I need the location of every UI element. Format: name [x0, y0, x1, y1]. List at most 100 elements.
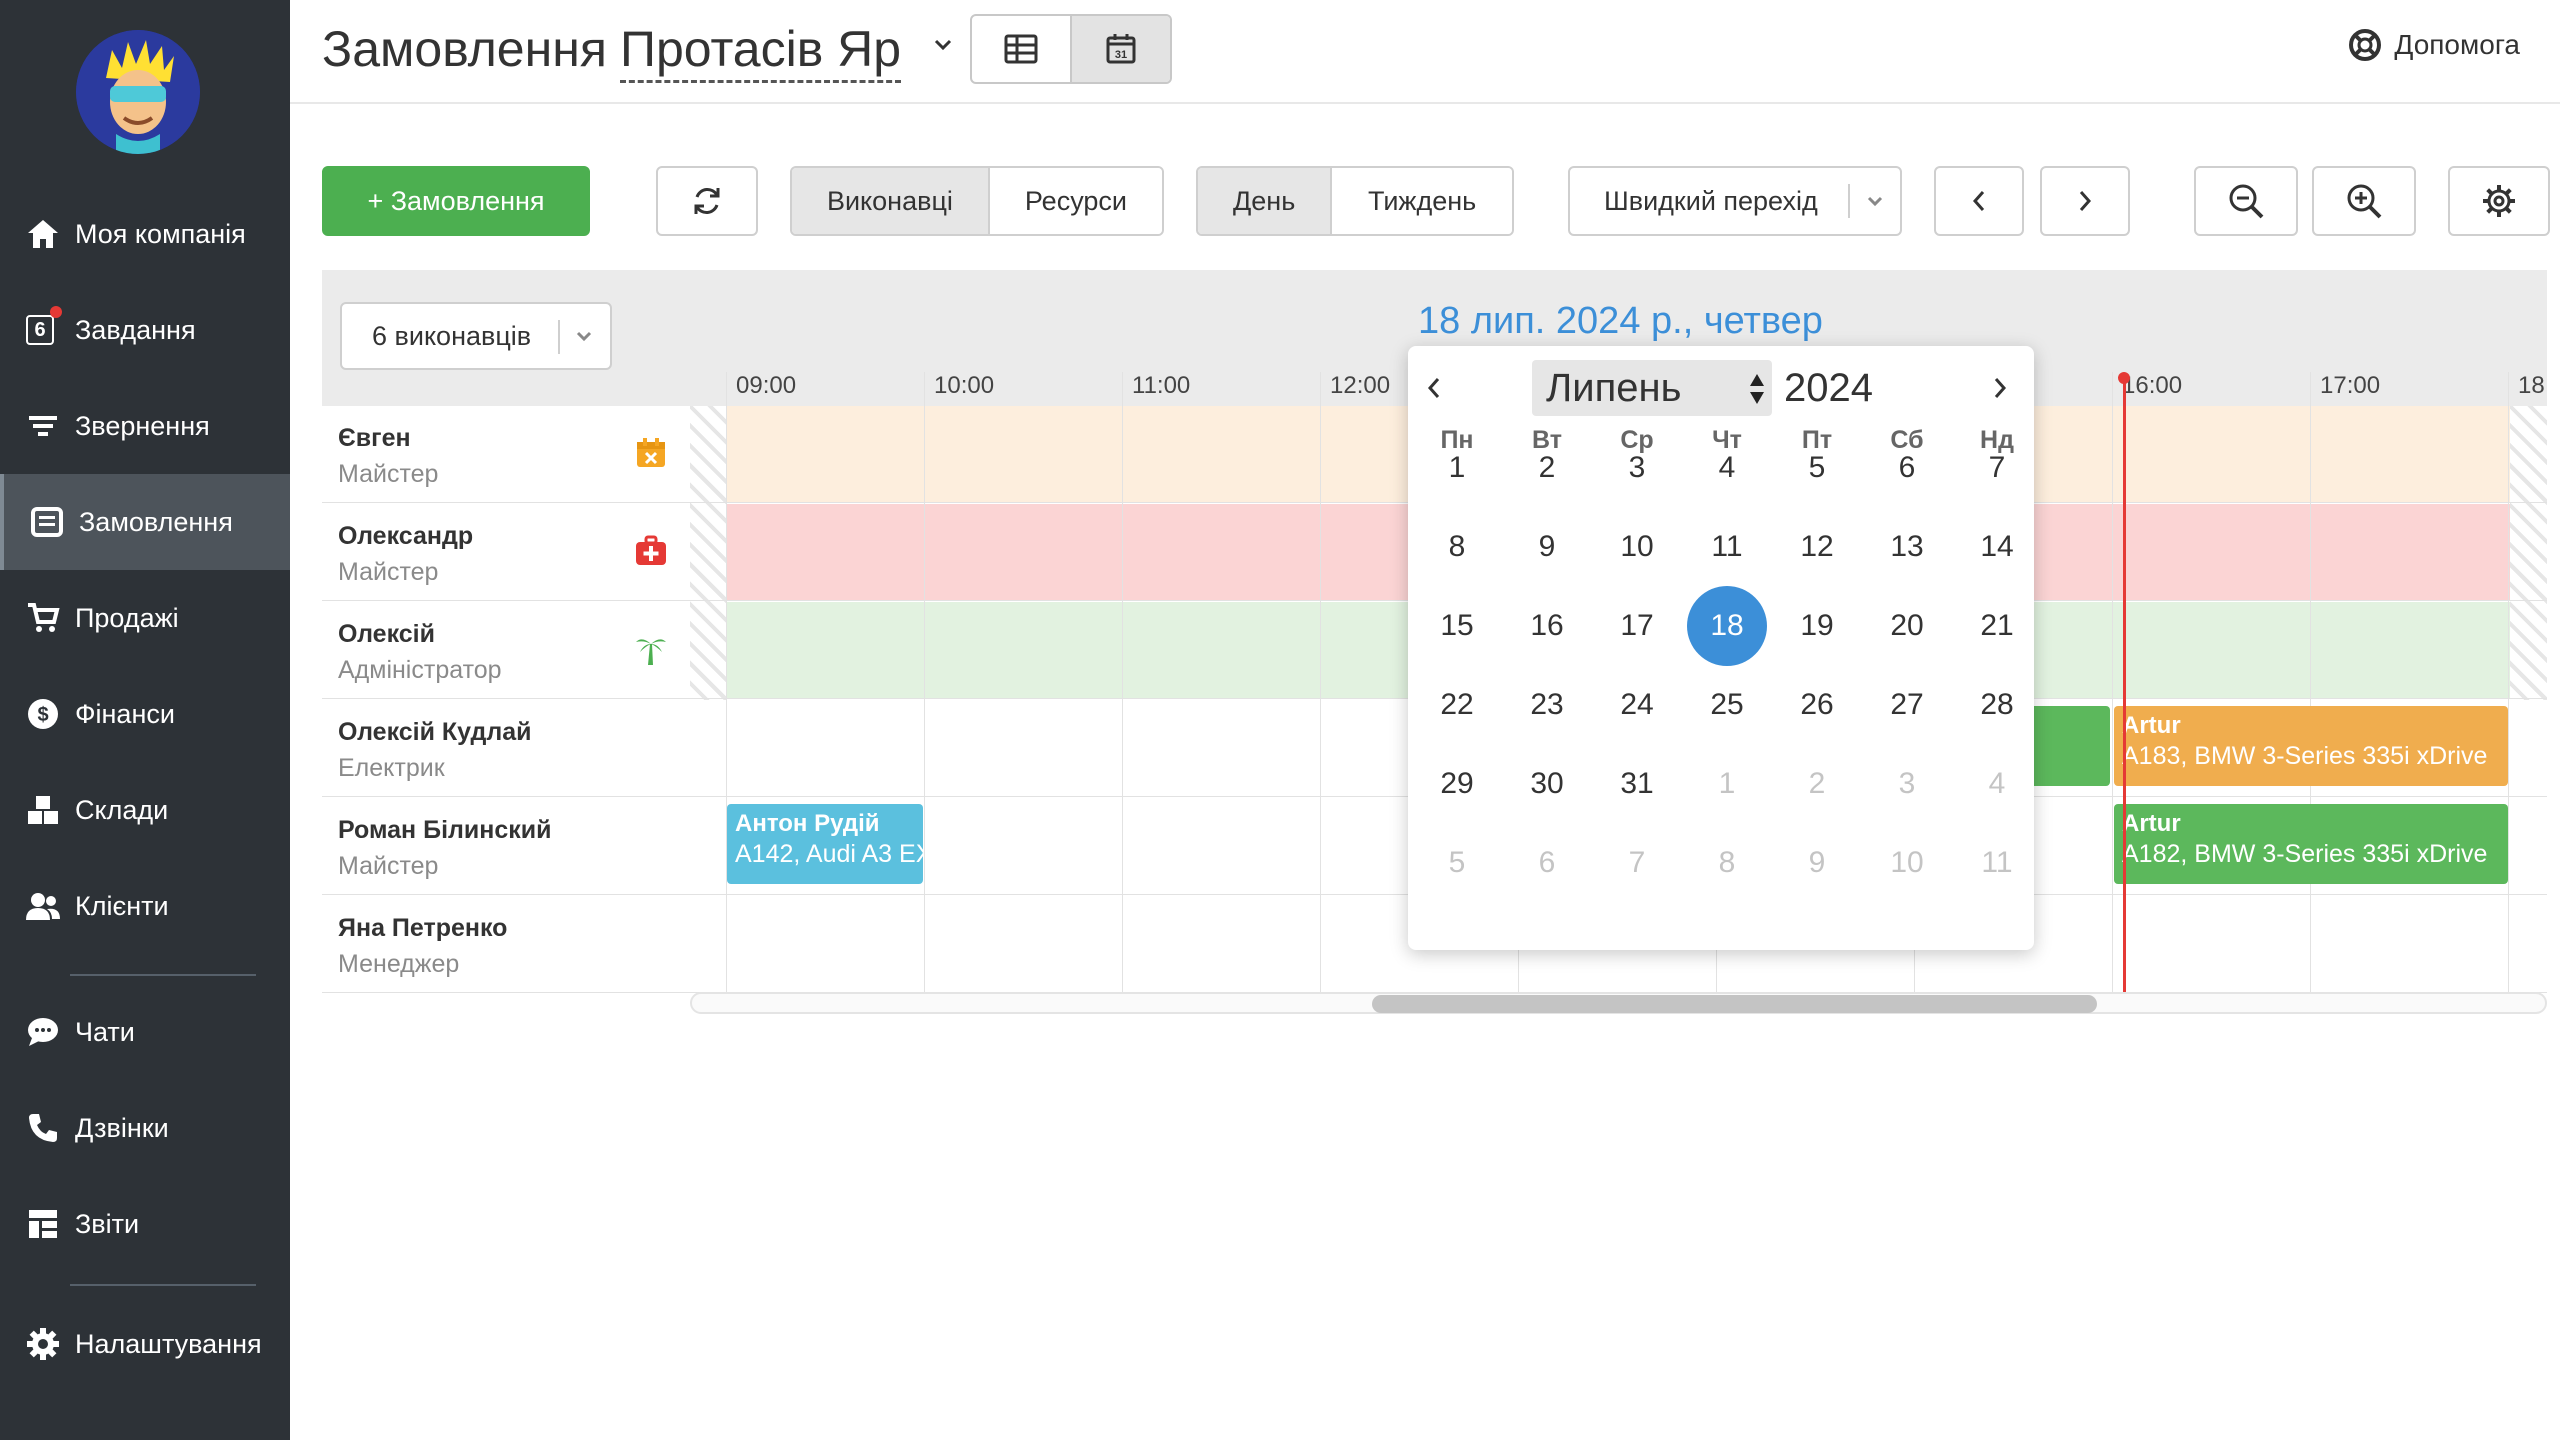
- zoom-in-button[interactable]: [2312, 166, 2416, 236]
- grid-line: [1320, 372, 1321, 992]
- sidebar-item-chats[interactable]: Чати: [0, 984, 290, 1080]
- order-event[interactable]: Антон Рудій A142, Audi A3 EX: [727, 804, 923, 884]
- calendar-day[interactable]: 1: [1687, 744, 1767, 824]
- next-month-button[interactable]: [1980, 366, 2020, 410]
- calendar-day[interactable]: 7: [1957, 428, 2037, 508]
- calendar-day[interactable]: 11: [1687, 507, 1767, 587]
- calendar-day[interactable]: 5: [1417, 823, 1497, 903]
- employee-row[interactable]: Роман Білинский Майстер: [338, 798, 678, 894]
- calendar-day[interactable]: 10: [1597, 507, 1677, 587]
- current-date[interactable]: 18 лип. 2024 р., четвер: [1418, 300, 1823, 343]
- employee-row[interactable]: Олексій Адміністратор: [338, 602, 678, 698]
- calendar-day[interactable]: 29: [1417, 744, 1497, 824]
- sidebar-item-tasks[interactable]: 6 Завдання: [0, 282, 290, 378]
- calendar-day[interactable]: 3: [1867, 744, 1947, 824]
- calendar-day[interactable]: 8: [1417, 507, 1497, 587]
- day-tab[interactable]: День: [1198, 168, 1331, 234]
- calendar-day[interactable]: 10: [1867, 823, 1947, 903]
- employee-name: Яна Петренко: [338, 914, 508, 942]
- quick-jump-select[interactable]: Швидкий перехід: [1568, 166, 1902, 236]
- calendar-day[interactable]: 16: [1507, 586, 1587, 666]
- calendar-day[interactable]: 28: [1957, 665, 2037, 745]
- calendar-day[interactable]: 5: [1777, 428, 1857, 508]
- calendar-day[interactable]: 2: [1777, 744, 1857, 824]
- calendar-day[interactable]: 21: [1957, 586, 2037, 666]
- table-view-button[interactable]: [972, 16, 1070, 82]
- sidebar-item-sales[interactable]: Продажі: [0, 570, 290, 666]
- calendar-day[interactable]: 25: [1687, 665, 1767, 745]
- employee-row[interactable]: Олексій Кудлай Електрик: [338, 700, 678, 796]
- calendar-day[interactable]: 19: [1777, 586, 1857, 666]
- sidebar-item-reports[interactable]: Звіти: [0, 1176, 290, 1272]
- prev-button[interactable]: [1934, 166, 2024, 236]
- sidebar-item-company[interactable]: Моя компанія: [0, 186, 290, 282]
- order-event[interactable]: Artur A183, BMW 3-Series 335i xDrive: [2114, 706, 2508, 786]
- calendar-day[interactable]: 4: [1687, 428, 1767, 508]
- order-event[interactable]: Artur A182, BMW 3-Series 335i xDrive: [2114, 804, 2508, 884]
- svg-text:31: 31: [1115, 49, 1127, 61]
- refresh-button[interactable]: [656, 166, 758, 236]
- event-detail: A183, BMW 3-Series 335i xDrive: [2122, 742, 2488, 770]
- calendar-day[interactable]: 3: [1597, 428, 1677, 508]
- orders-icon: [28, 503, 66, 541]
- sidebar-item-requests[interactable]: Звернення: [0, 378, 290, 474]
- calendar-day[interactable]: 11: [1957, 823, 2037, 903]
- sidebar-item-warehouses[interactable]: Склади: [0, 762, 290, 858]
- add-order-button[interactable]: + Замовлення: [322, 166, 590, 236]
- calendar-day[interactable]: 18: [1687, 586, 1767, 666]
- calendar-day[interactable]: 13: [1867, 507, 1947, 587]
- calendar-day[interactable]: 14: [1957, 507, 2037, 587]
- employee-row[interactable]: Олександр Майстер: [338, 504, 678, 600]
- zoom-in-icon: [2347, 184, 2382, 219]
- calendar-day[interactable]: 12: [1777, 507, 1857, 587]
- prev-month-button[interactable]: [1414, 366, 1454, 410]
- order-event-partial[interactable]: [2030, 706, 2110, 786]
- resources-tab[interactable]: Ресурси: [987, 168, 1162, 234]
- help-link[interactable]: Допомога: [2348, 28, 2520, 62]
- employee-row[interactable]: Євген Майстер: [338, 406, 678, 502]
- calendar-day[interactable]: 1: [1417, 428, 1497, 508]
- employee-row[interactable]: Яна Петренко Менеджер: [338, 896, 678, 992]
- chevron-down-icon[interactable]: [928, 30, 958, 60]
- calendar-day[interactable]: 27: [1867, 665, 1947, 745]
- calendar-day[interactable]: 31: [1597, 744, 1677, 824]
- week-tab[interactable]: Тиждень: [1330, 168, 1512, 234]
- calendar-day[interactable]: 9: [1777, 823, 1857, 903]
- dollar-icon: $: [24, 695, 62, 733]
- reports-icon: [24, 1205, 62, 1243]
- calendar-day[interactable]: 26: [1777, 665, 1857, 745]
- calendar-day[interactable]: 8: [1687, 823, 1767, 903]
- location-selector[interactable]: Протасів Яр: [620, 20, 902, 83]
- event-client: Artur: [2122, 712, 2181, 739]
- sidebar-item-clients[interactable]: Клієнти: [0, 858, 290, 954]
- performers-filter[interactable]: 6 виконавців: [340, 302, 612, 370]
- calendar-day[interactable]: 17: [1597, 586, 1677, 666]
- calendar-view-button[interactable]: 31: [1070, 16, 1170, 82]
- avatar[interactable]: [76, 30, 200, 154]
- calendar-day[interactable]: 20: [1867, 586, 1947, 666]
- year-input[interactable]: 2024: [1784, 360, 1873, 416]
- calendar-day[interactable]: 2: [1507, 428, 1587, 508]
- calendar-day[interactable]: 23: [1507, 665, 1587, 745]
- sidebar-item-calls[interactable]: Дзвінки: [0, 1080, 290, 1176]
- calendar-day[interactable]: 9: [1507, 507, 1587, 587]
- calendar-day[interactable]: 6: [1867, 428, 1947, 508]
- scrollbar-thumb[interactable]: [1372, 995, 2097, 1013]
- calendar-day[interactable]: 30: [1507, 744, 1587, 824]
- sidebar-item-finance[interactable]: $ Фінанси: [0, 666, 290, 762]
- sidebar-item-settings[interactable]: Налаштування: [0, 1296, 290, 1392]
- settings-button[interactable]: [2448, 166, 2550, 236]
- performers-tab[interactable]: Виконавці: [792, 168, 988, 234]
- month-select[interactable]: Липень: [1532, 360, 1772, 416]
- calendar-day[interactable]: 6: [1507, 823, 1587, 903]
- calendar-day[interactable]: 4: [1957, 744, 2037, 824]
- calendar-day[interactable]: 15: [1417, 586, 1497, 666]
- calendar-day[interactable]: 7: [1597, 823, 1677, 903]
- calendar-day[interactable]: 22: [1417, 665, 1497, 745]
- zoom-out-button[interactable]: [2194, 166, 2298, 236]
- next-button[interactable]: [2040, 166, 2130, 236]
- sidebar-divider: [70, 974, 256, 976]
- current-time-line: [2123, 376, 2126, 992]
- calendar-day[interactable]: 24: [1597, 665, 1677, 745]
- sidebar-item-orders[interactable]: Замовлення: [0, 474, 290, 570]
